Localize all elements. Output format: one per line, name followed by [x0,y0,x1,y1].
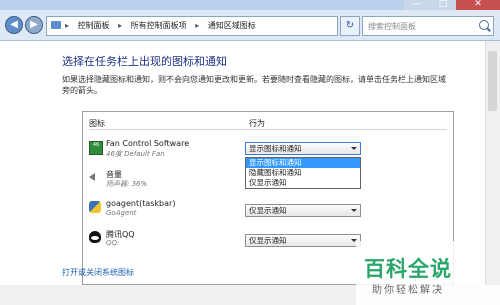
column-header-icon: 图标 [89,119,105,128]
behavior-value: 显示图标和通知 [249,144,302,153]
refresh-button[interactable]: ↻ [340,16,360,36]
chevron-right-icon: ▸ [118,21,123,30]
toggle-system-icons-link[interactable]: 打开或关闭系统图标 [62,267,134,278]
search-input[interactable]: 搜索控制面板 [362,16,494,36]
list-item: goagent(taskbar) GoAgent 仅显示通知 [83,199,453,229]
app-name: goagent(taskbar) [106,199,176,208]
scrollbar-thumb[interactable] [488,51,497,111]
minimize-button[interactable]: — [404,0,430,10]
maximize-button[interactable]: □ [430,0,456,10]
forward-button[interactable]: ▶ [25,16,43,34]
close-button[interactable]: ✕ [456,0,500,10]
chevron-right-icon: ▸ [195,21,200,30]
search-icon[interactable] [479,20,489,30]
breadcrumb-notification-icons[interactable]: 通知区域图标 [208,21,256,30]
watermark-logo: 百科全说 [364,257,452,281]
back-button[interactable]: ◀ [5,16,23,34]
minimize-icon: — [412,0,422,9]
app-name: Fan Control Software [106,139,190,148]
behavior-value: 仅显示通知 [249,206,287,215]
chevron-down-icon[interactable] [351,147,357,150]
maximize-icon: □ [438,0,448,9]
dropdown-option[interactable]: 显示图标和通知 [246,158,360,168]
behavior-value: 仅显示通知 [249,236,287,245]
dropdown-option[interactable]: 仅显示通知 [246,178,360,188]
speaker-icon [89,173,95,181]
watermark: 百科全说 助你轻松解决 [356,241,500,305]
forward-arrow-icon: ▶ [30,19,38,30]
search-placeholder: 搜索控制面板 [368,22,416,31]
address-row: ◀ ▶ ▸ 控制面板 ▸ 所有控制面板项 ▸ 通知区域图标 ↻ 搜索控制面板 [0,10,500,41]
vertical-scrollbar[interactable] [485,41,500,285]
control-panel-icon [51,21,61,29]
watermark-slogan: 助你轻松解决 [372,285,444,296]
page-description: 如果选择隐藏图标和通知，则不会向您通知更改和更新。若要随时查看隐藏的图标，请单击… [62,75,446,95]
qq-penguin-icon [89,231,101,243]
python-icon [89,201,101,213]
page-title: 选择在任务栏上出现的图标和通知 [62,55,227,68]
app-status: GoAgent [106,209,137,217]
behavior-select[interactable]: 显示图标和通知 [245,142,361,155]
dropdown-option[interactable]: 隐藏图标和通知 [246,168,360,178]
breadcrumb-all-items[interactable]: 所有控制面板项 [131,21,187,30]
chevron-down-icon[interactable] [351,209,357,212]
behavior-select[interactable]: 仅显示通知 [245,204,361,217]
breadcrumb: ▸ 控制面板 ▸ 所有控制面板项 ▸ 通知区域图标 [65,20,262,31]
close-icon: ✕ [474,0,482,9]
title-bar: — □ ✕ [0,0,500,10]
main-content: 选择在任务栏上出现的图标和通知 如果选择隐藏图标和通知，则不会向您通知更改和更新… [0,41,500,305]
app-status: QQ: [106,239,120,247]
fan-control-icon: 46 [89,141,103,155]
breadcrumb-control-panel[interactable]: 控制面板 [78,21,110,30]
back-arrow-icon: ◀ [10,19,18,30]
chevron-right-icon: ▸ [65,21,70,30]
behavior-select[interactable]: 仅显示通知 [245,234,361,247]
header-divider [89,129,447,130]
column-header-behavior: 行为 [249,119,265,128]
refresh-icon: ↻ [345,20,355,31]
address-bar[interactable]: ▸ 控制面板 ▸ 所有控制面板项 ▸ 通知区域图标 [46,16,338,36]
app-status: 扬声器: 36% [106,180,148,188]
app-status: 46度 Default Fan [106,150,165,158]
behavior-dropdown-list[interactable]: 显示图标和通知 隐藏图标和通知 仅显示通知 [245,157,361,189]
